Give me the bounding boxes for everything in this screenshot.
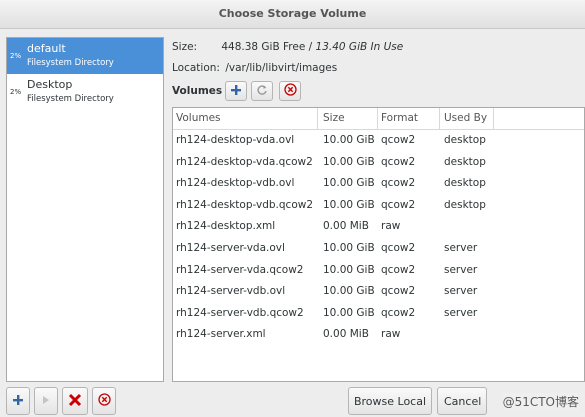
pool-size-row: Size: 448.38 GiB Free / 13.40 GiB In Use [172,41,403,53]
cancel-button[interactable]: Cancel [437,387,487,415]
volume-size: 10.00 GiB [323,241,375,254]
volume-used-by: server [444,285,478,298]
stop-pool-button[interactable] [92,387,116,415]
volume-size: 10.00 GiB [323,198,375,211]
in-use-space: 13.40 GiB In Use [315,41,404,53]
delete-icon [68,393,82,410]
start-pool-button[interactable] [34,387,58,415]
volume-used-by: desktop [444,155,486,168]
pool-location-row: Location: /var/lib/libvirt/images [172,62,337,74]
volume-format: qcow2 [381,134,416,146]
volume-name: rh124-desktop-vda.qcow2 [176,155,313,168]
pool-type: Filesystem Directory [27,94,114,104]
volume-format: qcow2 [381,263,416,276]
stop-button[interactable] [279,81,301,101]
table-row[interactable]: rh124-server.xml 0.00 MiB raw [173,324,584,346]
volume-name: rh124-desktop-vda.ovl [176,134,295,146]
volume-size: 10.00 GiB [323,177,375,190]
volume-size: 10.00 GiB [323,134,375,146]
volume-size: 0.00 MiB [323,328,369,341]
pool-name: Desktop [27,78,73,91]
volume-format: qcow2 [381,155,416,168]
pool-location: /var/lib/libvirt/images [225,62,338,74]
size-label: Size: [172,41,198,53]
stop-icon [97,393,111,409]
size-separator: / [305,41,316,53]
volume-size: 10.00 GiB [323,285,375,298]
dialog-title: Choose Storage Volume [0,0,585,29]
volume-name: rh124-server-vdb.ovl [176,285,286,298]
volume-used-by: desktop [444,198,486,211]
watermark: @51CTO博客 [502,393,579,410]
volume-format: qcow2 [381,241,416,254]
volume-name: rh124-desktop.xml [176,220,276,233]
column-divider [377,108,378,129]
pool-item-desktop[interactable]: 2% Desktop Filesystem Directory [7,74,163,110]
table-row[interactable]: rh124-server-vdb.ovl 10.00 GiB qcow2 ser… [173,281,584,303]
column-divider [439,108,440,129]
volume-size: 10.00 GiB [323,306,375,319]
pool-usage-percent: 2% [10,88,22,96]
column-divider [493,108,494,129]
plus-icon [230,84,242,99]
pool-usage-percent: 2% [10,52,22,60]
volume-used-by: server [444,241,478,254]
volume-used-by: desktop [444,134,486,146]
volume-name: rh124-server-vda.qcow2 [176,263,304,276]
stop-icon [283,83,297,99]
column-divider [317,108,318,129]
column-header-size[interactable]: Size [323,112,345,124]
volumes-table: Volumes Size Format Used By rh124-deskto… [172,107,585,382]
volume-used-by: server [444,263,478,276]
location-label: Location: [172,62,220,74]
pool-type: Filesystem Directory [27,58,114,68]
add-pool-button[interactable] [6,387,30,415]
table-row[interactable]: rh124-desktop-vda.qcow2 10.00 GiB qcow2 … [173,152,584,174]
volume-format: qcow2 [381,177,416,190]
table-row[interactable]: rh124-desktop-vdb.ovl 10.00 GiB qcow2 de… [173,173,584,195]
table-row[interactable]: rh124-desktop.xml 0.00 MiB raw [173,216,584,238]
table-row[interactable]: rh124-desktop-vda.ovl 10.00 GiB qcow2 de… [173,130,584,152]
volume-used-by: desktop [444,177,486,190]
table-row[interactable]: rh124-server-vda.ovl 10.00 GiB qcow2 ser… [173,238,584,260]
volume-size: 10.00 GiB [323,155,375,168]
add-volume-button[interactable] [225,81,247,101]
volume-format: raw [381,328,401,341]
pool-name: default [27,42,66,55]
volume-used-by: server [444,306,478,319]
table-row[interactable]: rh124-server-vdb.qcow2 10.00 GiB qcow2 s… [173,303,584,325]
column-header-used-by[interactable]: Used By [444,112,487,124]
play-icon [41,395,51,408]
volumes-label: Volumes [172,85,223,97]
delete-pool-button[interactable] [62,387,88,415]
free-space: 448.38 GiB Free [221,41,306,53]
volume-format: qcow2 [381,198,416,211]
refresh-icon [256,84,268,99]
browse-local-button[interactable]: Browse Local [348,387,432,415]
table-header: Volumes Size Format Used By [173,108,584,130]
table-row[interactable]: rh124-server-vda.qcow2 10.00 GiB qcow2 s… [173,260,584,282]
storage-pool-list: 2% default Filesystem Directory 2% Deskt… [6,37,164,382]
volume-format: qcow2 [381,306,416,319]
volume-size: 10.00 GiB [323,263,375,276]
volume-format: qcow2 [381,285,416,298]
table-body: rh124-desktop-vda.ovl 10.00 GiB qcow2 de… [173,130,584,346]
volume-name: rh124-desktop-vdb.qcow2 [176,198,314,211]
column-header-format[interactable]: Format [381,112,418,124]
table-row[interactable]: rh124-desktop-vdb.qcow2 10.00 GiB qcow2 … [173,195,584,217]
refresh-volumes-button[interactable] [251,81,273,101]
plus-icon [12,394,24,409]
pool-item-default[interactable]: 2% default Filesystem Directory [7,38,163,74]
volume-format: raw [381,220,401,233]
volume-name: rh124-server.xml [176,328,266,341]
volume-name: rh124-server-vda.ovl [176,241,285,254]
volume-name: rh124-server-vdb.qcow2 [176,306,304,319]
volume-name: rh124-desktop-vdb.ovl [176,177,295,190]
volume-size: 0.00 MiB [323,220,369,233]
column-header-volumes[interactable]: Volumes [176,112,221,124]
